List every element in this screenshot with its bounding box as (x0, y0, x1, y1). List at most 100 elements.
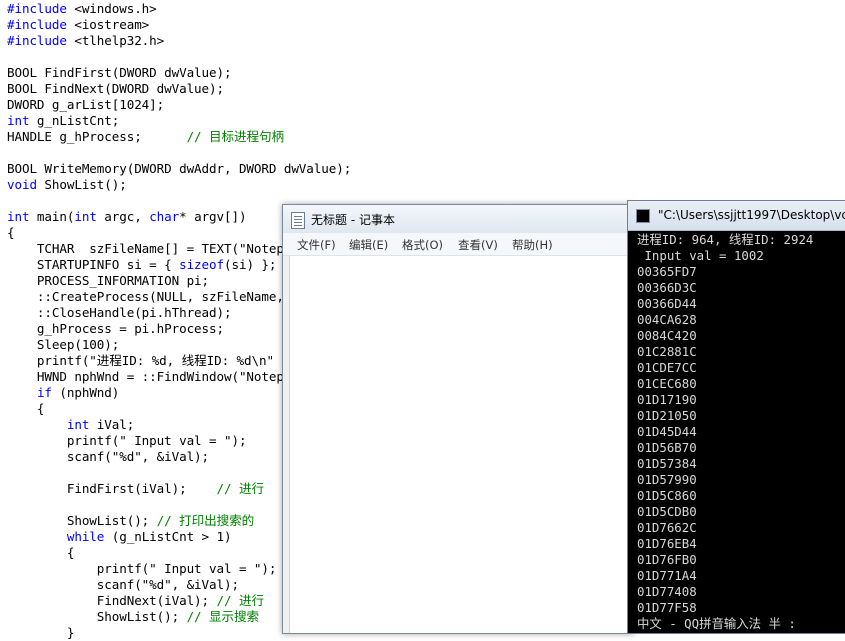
code-text: PROCESS_INFORMATION pi; (7, 273, 210, 288)
console-line: 01C2881C (637, 344, 697, 359)
code-comment: // 显示搜索 (186, 609, 260, 624)
code-line: Sleep(100); (7, 337, 119, 353)
code-text: BOOL WriteMemory(DWORD dwAddr, DWORD dwV… (7, 161, 352, 176)
code-line: while (g_nListCnt > 1) (7, 529, 232, 545)
console-line: 0084C420 (637, 328, 697, 343)
code-keyword: #include (7, 17, 67, 32)
code-line: int iVal; (7, 417, 134, 433)
code-text: } (7, 625, 75, 640)
code-comment: // 目标进程句柄 (186, 129, 285, 144)
code-comment: // 打印出搜索的 (156, 513, 255, 528)
code-keyword: #include (7, 1, 67, 16)
console-line: 中文 - QQ拼音输入法 半 : (637, 616, 796, 631)
console-line: 01D57990 (637, 472, 697, 487)
notepad-window[interactable]: 无标题 - 记事本 文件(F) 编辑(E) 格式(O) 查看(V) 帮助(H) (282, 204, 634, 634)
menu-help[interactable]: 帮助(H) (512, 237, 553, 253)
code-line: ShowList(); // 打印出搜索的 (7, 513, 254, 529)
code-line: ShowList(); // 显示搜索 (7, 609, 259, 625)
code-text: argc, (96, 209, 150, 224)
code-line: scanf("%d", &iVal); (7, 577, 239, 593)
code-text: { (7, 401, 45, 416)
code-line: FindNext(iVal); // 进行 (7, 593, 264, 609)
code-text: ShowList(); (7, 513, 157, 528)
code-line: { (7, 545, 75, 561)
code-text: STARTUPINFO si = { (7, 257, 180, 272)
code-line: BOOL WriteMemory(DWORD dwAddr, DWORD dwV… (7, 161, 351, 177)
code-keyword: sizeof (179, 257, 224, 272)
notepad-title: 无标题 - 记事本 (311, 213, 395, 227)
code-line: void ShowList(); (7, 177, 127, 193)
code-line: #include <iostream> (7, 17, 149, 33)
code-comment: // 进行 (216, 593, 265, 608)
code-line: ::CloseHandle(pi.hThread); (7, 305, 232, 321)
code-text: <windows.h> (66, 1, 157, 16)
code-keyword: while (66, 529, 105, 544)
code-text: Sleep(100); (7, 337, 120, 352)
code-line: HWND nphWnd = ::FindWindow("Notepad" (7, 369, 306, 385)
notepad-menubar: 文件(F) 编辑(E) 格式(O) 查看(V) 帮助(H) (283, 233, 633, 256)
console-line: 01D77408 (637, 584, 697, 599)
code-text: HWND nphWnd = ::FindWindow("Notepad" (7, 369, 307, 384)
menu-file[interactable]: 文件(F) (297, 237, 336, 253)
code-text: printf(" Input val = "); (7, 561, 277, 576)
console-line: 01D5CDB0 (637, 504, 697, 519)
console-line: Input val = 1002 (637, 248, 764, 263)
code-line: STARTUPINFO si = { sizeof(si) }; (7, 257, 277, 273)
code-line: HANDLE g_hProcess; // 目标进程句柄 (7, 129, 284, 145)
console-line: 00365FD7 (637, 264, 697, 279)
code-keyword: int (7, 113, 30, 128)
code-text: { (7, 225, 15, 240)
notepad-titlebar[interactable]: 无标题 - 记事本 (283, 205, 633, 234)
code-line: BOOL FindNext(DWORD dwValue); (7, 81, 224, 97)
code-text: BOOL FindNext(DWORD dwValue); (7, 81, 224, 96)
menu-view[interactable]: 查看(V) (458, 237, 498, 253)
console-window[interactable]: "C:\Users\ssjjtt1997\Desktop\vc\ 进程ID: 9… (627, 200, 845, 634)
code-line: printf("进程ID: %d, 线程ID: %d\n" (7, 353, 274, 369)
notepad-icon (291, 212, 305, 229)
console-line: 01CDE7CC (637, 360, 697, 375)
console-line: 01D17190 (637, 392, 697, 407)
code-text: <tlhelp32.h> (66, 33, 165, 48)
code-text: (g_nListCnt > 1) (104, 529, 232, 544)
code-keyword: int (74, 209, 97, 224)
console-line: 01D56B70 (637, 440, 697, 455)
code-text: iVal; (89, 417, 135, 432)
code-text: g_nListCnt; (29, 113, 120, 128)
code-text: (nphWnd) (51, 385, 120, 400)
code-line: scanf("%d", &iVal); (7, 449, 209, 465)
console-line: 01D5C860 (637, 488, 697, 503)
code-text: DWORD g_arList[1024]; (7, 97, 165, 112)
code-line: { (7, 225, 15, 241)
code-keyword: char (149, 209, 180, 224)
console-output: 进程ID: 964, 线程ID: 2924 Input val = 1002 00… (637, 232, 845, 633)
code-keyword: if (36, 385, 52, 400)
code-keyword: int (7, 209, 30, 224)
console-titlebar[interactable]: "C:\Users\ssjjtt1997\Desktop\vc\ (628, 201, 845, 231)
code-text: FindFirst(iVal); (7, 481, 217, 496)
code-text: (si) }; (224, 257, 277, 272)
code-line: #include <tlhelp32.h> (7, 33, 164, 49)
code-line: if (nphWnd) (7, 385, 119, 401)
menu-format[interactable]: 格式(O) (402, 237, 443, 253)
code-keyword: int (66, 417, 90, 432)
console-line: 00366D3C (637, 280, 697, 295)
code-line: ::CreateProcess(NULL, szFileName, (7, 289, 284, 305)
console-line: 01D771A4 (637, 568, 697, 583)
code-comment: // 进行 (216, 481, 265, 496)
code-line: FindFirst(iVal); // 进行 (7, 481, 264, 497)
code-text: g_hProcess = pi.hProcess; (7, 321, 224, 336)
code-text: * argv[]) (179, 209, 247, 224)
console-line: 01D76EB4 (637, 536, 697, 551)
code-keyword: #include (7, 33, 67, 48)
menu-edit[interactable]: 编辑(E) (349, 237, 388, 253)
code-text: scanf("%d", &iVal); (7, 577, 239, 592)
notepad-text-area[interactable] (289, 256, 633, 633)
console-line: 00366D44 (637, 296, 697, 311)
console-icon (636, 209, 650, 223)
code-text: ShowList(); (36, 177, 127, 192)
code-line: PROCESS_INFORMATION pi; (7, 273, 209, 289)
code-text: main( (29, 209, 75, 224)
